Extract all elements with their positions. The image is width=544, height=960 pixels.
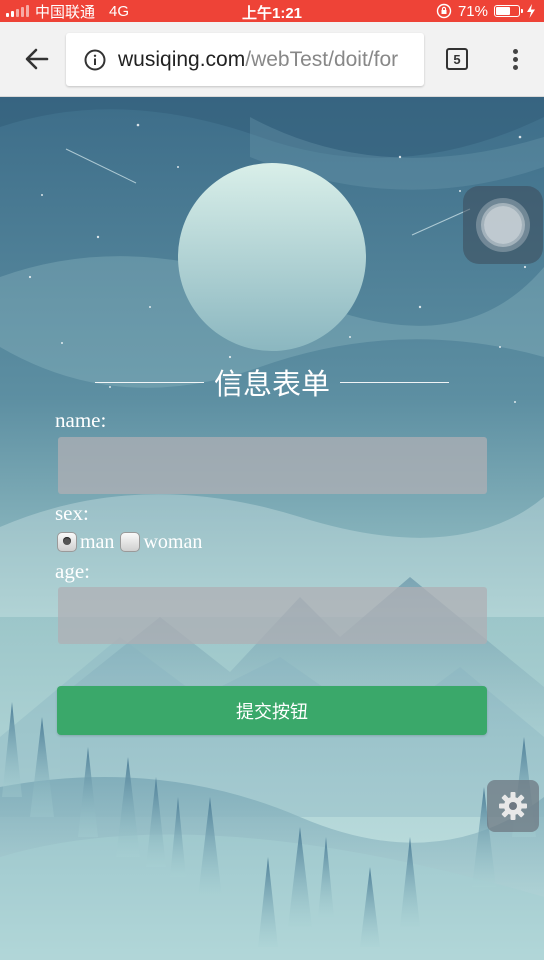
sex-radio-group: man woman [57, 530, 202, 554]
url-domain: wusiqing.com [118, 47, 246, 71]
radio-woman-label[interactable]: woman [143, 531, 202, 554]
title-divider-left [95, 381, 204, 383]
address-bar[interactable]: wusiqing.com/webTest/doit/for [66, 33, 424, 86]
status-right: 71% [436, 0, 536, 22]
radio-man[interactable] [57, 532, 77, 552]
battery-percent: 71% [457, 2, 488, 20]
assistive-touch-icon[interactable] [463, 186, 543, 264]
form-title-row: 信息表单 [95, 362, 450, 402]
browser-toolbar: wusiqing.com/webTest/doit/for 5 [0, 22, 544, 97]
tab-switcher-button[interactable]: 5 [446, 48, 468, 70]
age-input[interactable] [58, 587, 487, 644]
submit-button[interactable]: 提交按钮 [57, 686, 487, 735]
orientation-lock-icon [436, 3, 452, 19]
info-icon[interactable] [84, 49, 106, 71]
radio-man-label[interactable]: man [80, 531, 114, 554]
sex-label: sex: [55, 501, 89, 525]
back-arrow-icon[interactable] [22, 44, 52, 74]
gear-icon-glyph [499, 792, 527, 820]
status-bar: 中国联通 4G 上午1:21 71% [0, 0, 544, 22]
form-title: 信息表单 [214, 367, 331, 401]
url-text: wusiqing.com/webTest/doit/for [118, 48, 398, 72]
battery-icon [494, 5, 523, 17]
charging-icon [527, 4, 535, 18]
url-path: /webTest/doit/for [245, 47, 399, 71]
title-divider-right [340, 381, 450, 383]
name-label: name: [55, 408, 107, 432]
age-label: age: [55, 559, 90, 583]
gear-icon[interactable] [487, 780, 539, 832]
name-input[interactable] [58, 437, 487, 494]
radio-woman[interactable] [120, 532, 141, 552]
menu-icon[interactable] [505, 46, 525, 74]
